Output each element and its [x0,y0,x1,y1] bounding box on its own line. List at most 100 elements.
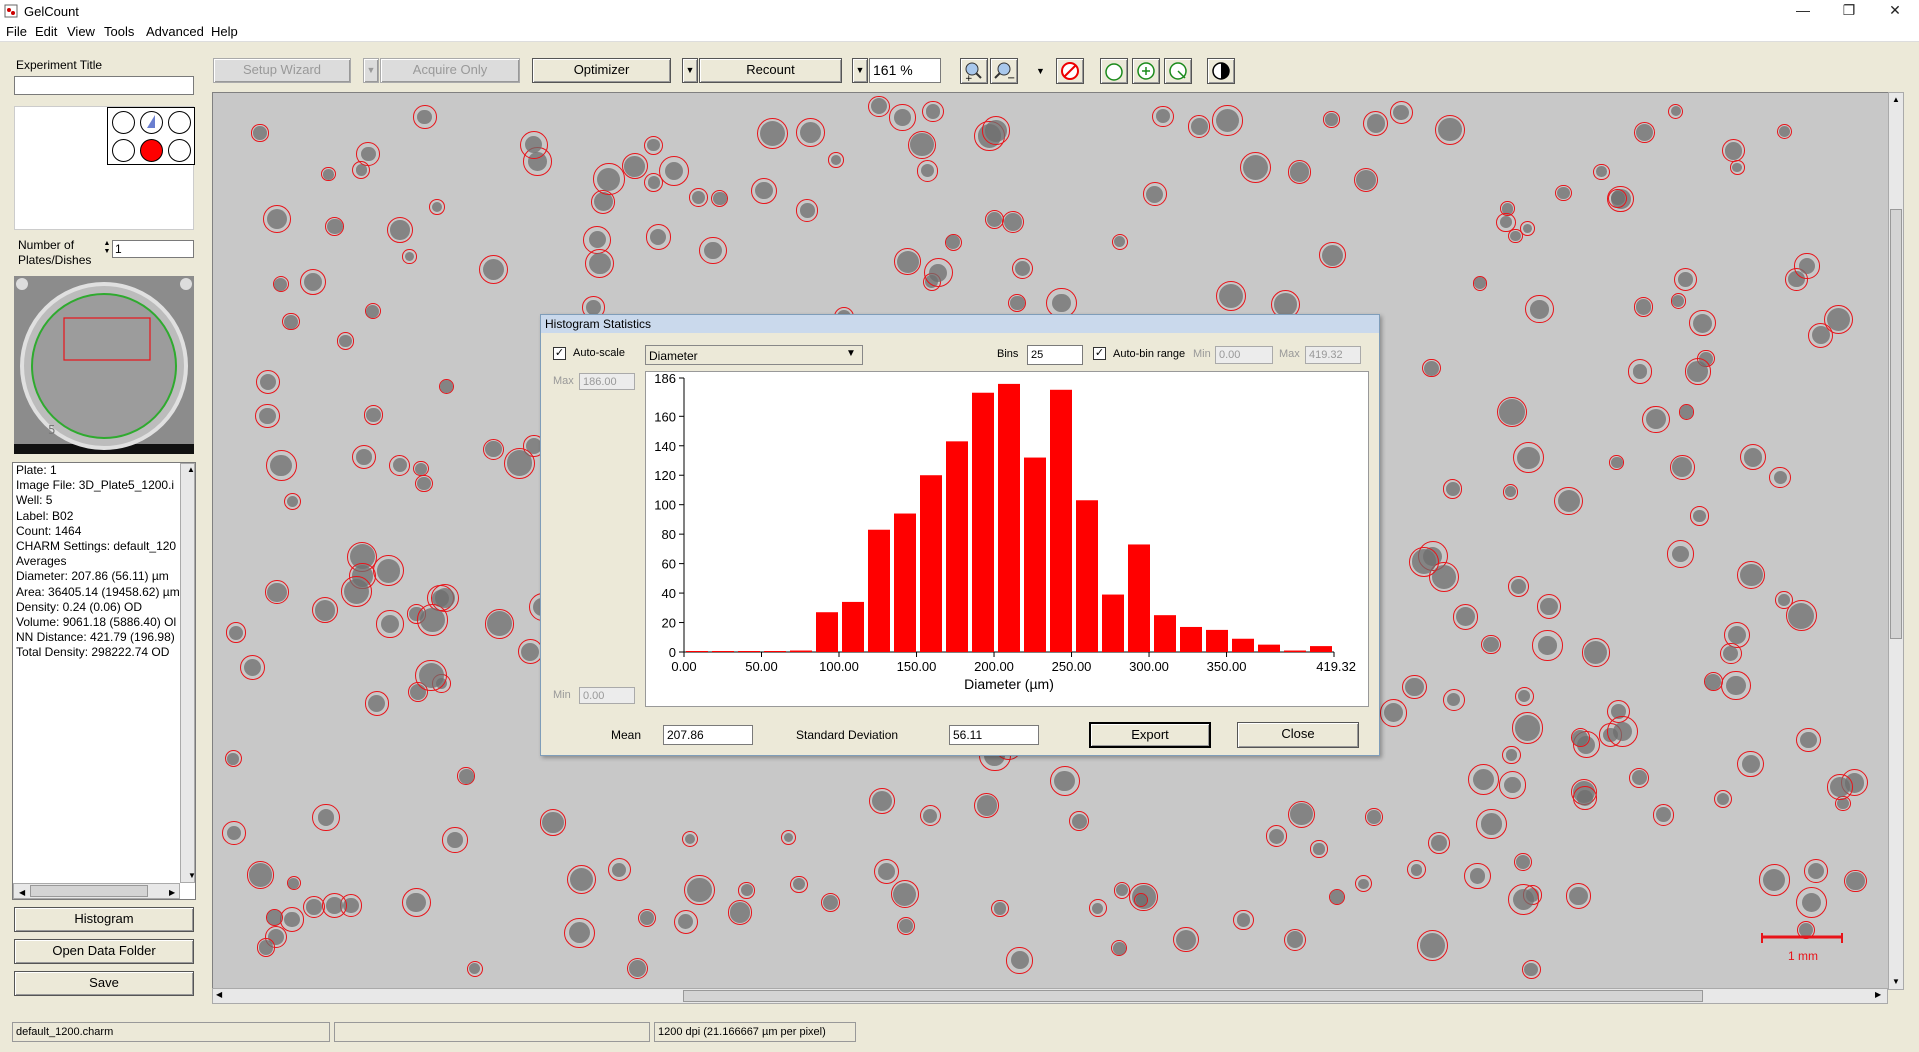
setup-wizard-button[interactable]: Setup Wizard [213,58,351,83]
histogram-bar [868,529,890,652]
menu-advanced[interactable]: Advanced [146,24,204,39]
colony-marker [389,454,411,476]
bin-max-input[interactable]: 419.32 [1305,346,1361,364]
colony-marker [431,583,460,612]
y-tick-label: 20 [662,616,676,631]
info-vscrollbar[interactable]: ▲ ▼ [180,463,195,883]
contrast-button[interactable] [1207,58,1235,84]
scroll-right-arrow[interactable]: ▶ [166,885,175,899]
bin-min-input[interactable]: 0.00 [1215,346,1273,364]
experiment-title-input[interactable] [14,76,194,95]
colony-marker [1481,634,1501,655]
yaxis-max-input[interactable]: 186.00 [579,373,635,390]
histogram-dialog: Histogram Statistics ✓ Auto-scale Diamet… [540,314,1380,756]
colony-marker [1555,184,1572,202]
colony-marker [922,100,944,123]
plates-spinner[interactable]: ▲ ▼ [102,240,112,258]
yaxis-min-input[interactable]: 0.00 [579,687,635,704]
plate-thumbnail[interactable]: 5 [14,276,194,454]
colony-marker [1006,947,1033,974]
menu-edit[interactable]: Edit [35,24,57,39]
optimizer-dropdown-arrow[interactable]: ▼ [682,58,698,83]
autoscale-checkbox[interactable]: ✓ [553,347,566,360]
bins-input[interactable]: 25 [1027,345,1083,365]
scroll-up-arrow[interactable]: ▲ [184,464,195,476]
well-map[interactable] [107,107,195,165]
colony-marker [828,152,844,168]
zoom-in-icon: + [965,62,982,84]
menu-help[interactable]: Help [211,24,238,39]
colony-marker [944,233,962,252]
image-scroll-left-arrow[interactable]: ◀ [216,990,222,999]
zoom-out-button[interactable]: − [990,58,1018,84]
colony-marker [364,690,390,716]
recount-button[interactable]: Recount [699,58,842,83]
menu-tools[interactable]: Tools [104,24,134,39]
info-total-density: Total Density: 298222.74 OD [16,645,170,660]
menu-view[interactable]: View [67,24,95,39]
export-button[interactable]: Export [1089,722,1211,748]
colony-marker [1608,188,1628,208]
measure-select[interactable]: Diameter ▼ [645,345,863,365]
open-data-folder-button[interactable]: Open Data Folder [14,939,194,964]
select-colony-button[interactable] [1100,58,1128,84]
zoom-in-button[interactable]: + [960,58,988,84]
acquire-only-button[interactable]: Acquire Only [380,58,520,83]
scroll-left-arrow[interactable]: ◀ [16,885,25,899]
colony-marker [1581,638,1611,667]
restore-button[interactable]: ❐ [1826,0,1872,22]
colony-marker [372,555,404,587]
zoom-field[interactable]: 161 % [869,58,941,83]
colony-marker [1667,540,1695,568]
plate-info-list[interactable]: Plate: 1 Image File: 3D_Plate5_1200.i We… [12,462,196,900]
well-b3[interactable] [168,139,191,162]
well-a3[interactable] [168,111,191,134]
colony-marker [1652,803,1675,826]
info-image-file: Image File: 3D_Plate5_1200.i [16,478,175,493]
mean-value-field[interactable]: 207.86 [663,725,753,745]
info-diameter: Diameter: 207.86 (56.11) µm [16,569,169,584]
colony-marker [1823,305,1853,335]
well-b1[interactable] [112,139,135,162]
colony-marker [1670,293,1686,309]
acquire-dropdown-arrow[interactable]: ▼ [363,58,379,83]
scroll-down-arrow[interactable]: ▼ [184,870,195,882]
info-hscrollbar[interactable]: ◀ ▶ [13,883,180,899]
image-hscroll-thumb[interactable] [683,990,1703,1002]
minimize-button[interactable]: — [1780,0,1826,22]
autobin-label: Auto-bin range [1113,348,1186,360]
image-scroll-down-arrow[interactable]: ▼ [1889,975,1903,989]
well-b2-selected[interactable] [140,139,163,162]
colony-marker [1514,686,1534,706]
recount-dropdown-arrow[interactable]: ▼ [852,58,868,83]
save-button[interactable]: Save [14,971,194,996]
colony-marker [503,447,535,479]
image-hscrollbar[interactable]: ◀ ▶ [212,988,1888,1004]
well-a1[interactable] [112,111,135,134]
colony-marker [251,124,269,142]
image-scroll-right-arrow[interactable]: ▶ [1875,990,1881,999]
histogram-bar [1180,626,1202,652]
dialog-close-button[interactable]: Close [1237,722,1359,748]
colony-marker [1758,864,1791,896]
colony-marker [519,130,548,159]
exclude-button[interactable] [1056,58,1084,84]
optimizer-button[interactable]: Optimizer [532,58,671,83]
colony-marker [1844,869,1868,893]
menu-file[interactable]: File [6,24,27,39]
add-colony-button[interactable] [1132,58,1160,84]
plates-input[interactable]: 1 [112,240,194,258]
well-a2[interactable] [140,111,163,134]
close-window-button[interactable]: ✕ [1872,0,1918,22]
colony-marker [1739,444,1766,471]
autobin-checkbox[interactable]: ✓ [1093,347,1106,360]
resize-colony-button[interactable] [1164,58,1192,84]
image-vscrollbar[interactable]: ▲ ▼ [1888,92,1904,990]
image-scroll-up-arrow[interactable]: ▲ [1889,93,1903,107]
image-vscroll-thumb[interactable] [1890,209,1902,639]
colony-marker [868,95,891,118]
histogram-button[interactable]: Histogram [14,907,194,932]
info-hscroll-thumb[interactable] [30,885,148,897]
tool-dropdown-arrow[interactable]: ▼ [1036,66,1045,76]
sd-value-field[interactable]: 56.11 [949,725,1039,745]
